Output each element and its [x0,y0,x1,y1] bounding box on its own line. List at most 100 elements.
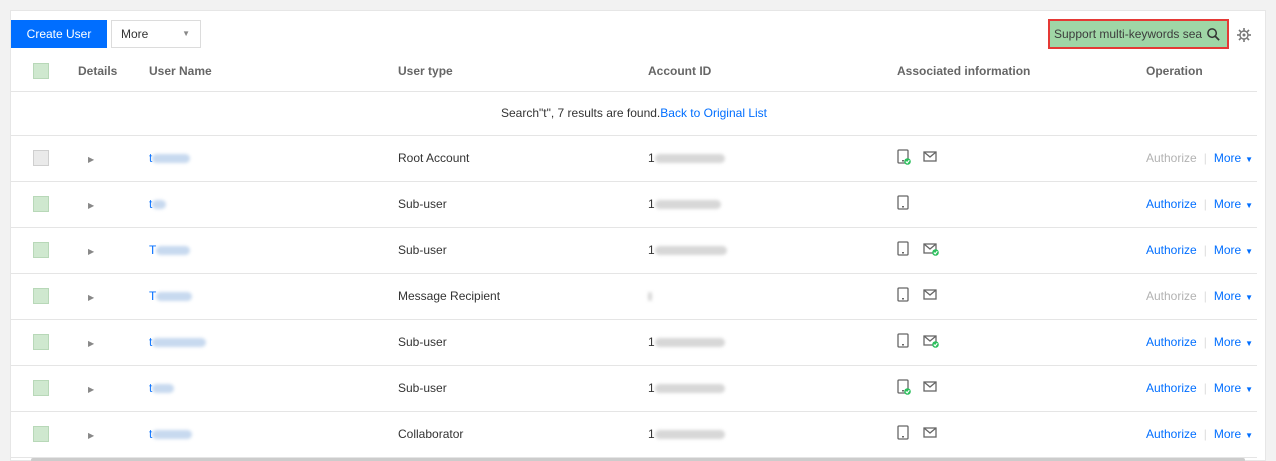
operation-cell: Authorize | More ▼ [1146,273,1257,320]
mail-icon [923,380,939,397]
user-name-link[interactable]: T [149,243,191,257]
row-more-link[interactable]: More ▼ [1214,243,1253,257]
more-dropdown[interactable]: More ▼ [111,20,201,48]
expand-row-icon[interactable]: ▶ [88,339,94,348]
expand-row-icon[interactable]: ▶ [88,155,94,164]
toolbar: Create User More ▼ [11,17,1265,51]
phone-icon [897,194,911,214]
row-more-link[interactable]: More ▼ [1214,427,1253,441]
separator: | [1203,381,1207,395]
row-more-link[interactable]: More ▼ [1214,197,1253,211]
user-name-link[interactable]: t [149,151,191,165]
row-more-link[interactable]: More ▼ [1214,289,1253,303]
authorize-link[interactable]: Authorize [1146,381,1197,395]
expand-row-icon[interactable]: ▶ [88,201,94,210]
search-input[interactable] [1054,24,1202,44]
chevron-down-icon: ▼ [1245,293,1254,302]
phone-verified-icon [897,378,911,398]
phone-icon [897,424,911,444]
separator: | [1203,335,1207,349]
account-id-text: 1 [648,381,655,395]
user-type: Collaborator [398,411,648,458]
search-box [1048,19,1229,49]
separator: | [1203,197,1207,211]
create-user-button[interactable]: Create User [11,20,107,48]
row-checkbox[interactable] [33,150,49,166]
user-name-link[interactable]: T [149,289,193,303]
account-id: 1 [648,411,897,458]
associated-info [897,319,1146,366]
separator: | [1203,427,1207,441]
user-name-text: T [149,243,157,257]
row-checkbox[interactable] [33,288,49,304]
row-checkbox[interactable] [33,334,49,350]
col-account-id: Account ID [648,51,897,92]
separator: | [1203,289,1207,303]
redacted-name [156,292,193,302]
expand-row-icon[interactable]: ▶ [88,431,94,440]
separator: | [1203,243,1207,257]
authorize-link[interactable]: Authorize [1146,151,1197,165]
associated-info [897,181,1146,228]
operation-cell: Authorize | More ▼ [1146,319,1257,366]
search-notice-row: Search"t", 7 results are found.Back to O… [11,91,1257,136]
row-checkbox[interactable] [33,380,49,396]
gear-icon[interactable] [1236,27,1252,43]
user-table: Details User Name User type Account ID A… [11,51,1257,458]
col-details: Details [78,51,149,92]
row-checkbox[interactable] [33,196,49,212]
table-row: ▶ t Sub-user 1 Authorize | More ▼ [11,181,1257,228]
user-name-link[interactable]: t [149,197,167,211]
account-id: 1 [648,227,897,274]
separator: | [1203,151,1207,165]
table-row: ▶ t Collaborator 1 Authorize | More ▼ [11,411,1257,458]
select-all-checkbox[interactable] [33,62,49,79]
operation-cell: Authorize | More ▼ [1146,227,1257,274]
expand-row-icon[interactable]: ▶ [88,385,94,394]
operation-cell: Authorize | More ▼ [1146,411,1257,458]
authorize-link[interactable]: Authorize [1146,197,1197,211]
row-more-label: More [1213,427,1242,441]
expand-row-icon[interactable]: ▶ [88,293,94,302]
expand-row-icon[interactable]: ▶ [88,247,94,256]
redacted-name [152,430,193,440]
authorize-link[interactable]: Authorize [1146,335,1197,349]
associated-info [897,273,1146,320]
back-to-original-list-link[interactable]: Back to Original List [660,106,767,120]
authorize-link[interactable]: Authorize [1146,243,1197,257]
user-type: Sub-user [398,319,648,366]
row-checkbox[interactable] [33,242,49,258]
user-type: Root Account [398,135,648,182]
row-more-link[interactable]: More ▼ [1214,381,1253,395]
col-associated-info: Associated information [897,51,1146,92]
row-more-link[interactable]: More ▼ [1214,335,1253,349]
row-more-link[interactable]: More ▼ [1214,151,1253,165]
row-more-label: More [1213,335,1242,349]
account-id-text: 1 [648,197,655,211]
chevron-down-icon: ▼ [1245,339,1254,348]
authorize-link[interactable]: Authorize [1146,427,1197,441]
account-id: 1 [648,365,897,412]
chevron-down-icon: ▼ [182,29,190,38]
account-id: 1 [648,181,897,228]
mail-icon [923,426,939,443]
redacted-name [152,200,167,210]
redacted-account-id [654,154,725,164]
user-name-link[interactable]: t [149,427,193,441]
user-name-link[interactable]: t [149,381,175,395]
authorize-link[interactable]: Authorize [1146,289,1197,303]
table-row: ▶ t Root Account 1 Authorize | More ▼ [11,135,1257,182]
row-more-label: More [1213,243,1242,257]
associated-info [897,227,1146,274]
account-id-text: 1 [648,427,655,441]
user-name-link[interactable]: t [149,335,207,349]
row-more-label: More [1213,289,1242,303]
col-user-name: User Name [149,51,398,92]
account-id-text: 1 [648,335,655,349]
account-id-text: 1 [648,151,655,165]
search-icon[interactable] [1206,27,1221,42]
chevron-down-icon: ▼ [1245,431,1254,440]
account-id: 1 [648,135,897,182]
phone-icon [897,332,911,352]
row-checkbox[interactable] [33,426,49,442]
